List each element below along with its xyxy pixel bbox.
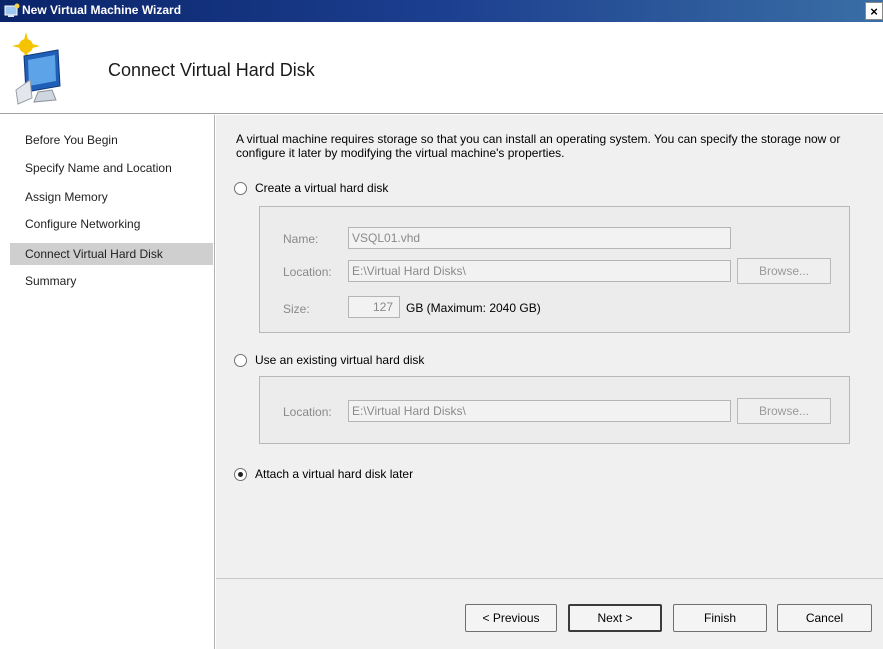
wizard-header: Connect Virtual Hard Disk <box>0 22 883 114</box>
close-button[interactable]: × <box>865 2 883 20</box>
name-field[interactable]: VSQL01.vhd <box>348 227 731 249</box>
location-field[interactable]: E:\Virtual Hard Disks\ <box>348 260 731 282</box>
wizard-computer-icon <box>12 32 61 105</box>
existing-vhd-group: Location: E:\Virtual Hard Disks\ Browse.… <box>259 376 850 444</box>
intro-text: A virtual machine requires storage so th… <box>236 132 841 160</box>
cancel-button[interactable]: Cancel <box>777 604 872 632</box>
step-configure-networking[interactable]: Configure Networking <box>10 213 213 235</box>
existing-browse-button[interactable]: Browse... <box>737 398 831 424</box>
step-connect-virtual-hard-disk[interactable]: Connect Virtual Hard Disk <box>10 243 213 265</box>
create-vhd-option[interactable]: Create a virtual hard disk <box>234 181 388 195</box>
create-vhd-label: Create a virtual hard disk <box>255 181 389 195</box>
size-field[interactable]: 127 <box>348 296 400 318</box>
step-before-you-begin[interactable]: Before You Begin <box>10 129 213 151</box>
existing-vhd-option[interactable]: Use an existing virtual hard disk <box>234 353 424 367</box>
finish-button[interactable]: Finish <box>673 604 767 632</box>
name-label: Name: <box>283 232 319 246</box>
app-icon <box>4 3 20 17</box>
attach-later-option[interactable]: Attach a virtual hard disk later <box>234 467 413 481</box>
create-vhd-radio[interactable] <box>234 181 247 195</box>
existing-vhd-label: Use an existing virtual hard disk <box>255 353 425 367</box>
existing-vhd-radio[interactable] <box>234 353 247 367</box>
location-label: Location: <box>283 265 332 279</box>
wizard-content: A virtual machine requires storage so th… <box>216 115 883 578</box>
existing-location-label: Location: <box>283 405 332 419</box>
step-specify-name-and-location[interactable]: Specify Name and Location <box>10 157 213 179</box>
browse-button[interactable]: Browse... <box>737 258 831 284</box>
title-bar: New Virtual Machine Wizard × <box>0 0 883 22</box>
create-vhd-group: Name: VSQL01.vhd Location: E:\Virtual Ha… <box>259 206 850 333</box>
size-label: Size: <box>283 302 310 316</box>
wizard-steps-sidebar: Before You Begin Specify Name and Locati… <box>0 115 215 649</box>
page-heading: Connect Virtual Hard Disk <box>108 60 315 80</box>
window-title: New Virtual Machine Wizard <box>22 3 182 17</box>
existing-location-field[interactable]: E:\Virtual Hard Disks\ <box>348 400 731 422</box>
size-max-label: GB (Maximum: 2040 GB) <box>406 301 541 315</box>
previous-button[interactable]: < Previous <box>465 604 557 632</box>
next-button[interactable]: Next > <box>568 604 662 632</box>
attach-later-label: Attach a virtual hard disk later <box>255 467 414 481</box>
attach-later-radio[interactable] <box>234 467 247 481</box>
wizard-footer: < Previous Next > Finish Cancel <box>216 578 883 649</box>
step-summary[interactable]: Summary <box>10 270 213 292</box>
step-assign-memory[interactable]: Assign Memory <box>10 186 213 208</box>
